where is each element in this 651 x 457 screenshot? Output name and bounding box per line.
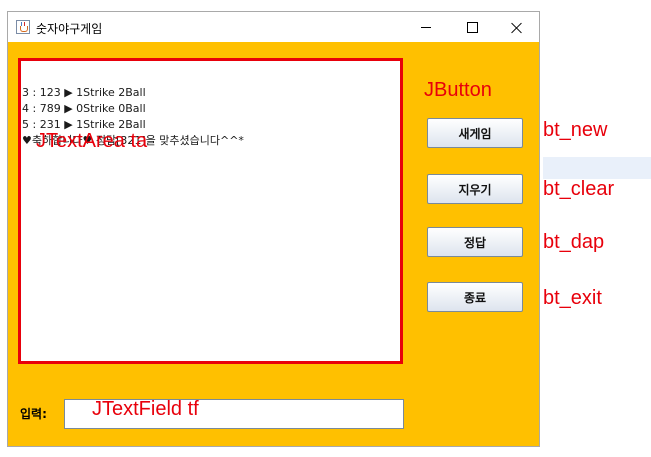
title-bar[interactable]: 숫자야구게임 — [8, 12, 539, 42]
java-app-icon — [16, 20, 30, 34]
new-game-button[interactable]: 새게임 — [427, 118, 523, 148]
bt-dap-annotation: bt_dap — [543, 231, 605, 253]
bt-exit-annotation: bt_exit — [543, 287, 602, 309]
text-area-line: 4 : 789 ▶ 0Strike 0Ball — [22, 102, 146, 115]
minimize-icon — [421, 26, 431, 28]
close-icon — [511, 22, 522, 33]
input-label: 입력: — [20, 407, 47, 421]
answer-button[interactable]: 정답 — [427, 227, 523, 257]
button-annotation: JButton — [424, 79, 492, 101]
bt-new-annotation: bt_new — [543, 119, 608, 141]
bt-clear-annotation: bt_clear — [543, 178, 615, 200]
textarea-annotation: JTextArea ta — [36, 130, 148, 152]
window-title: 숫자야구게임 — [36, 22, 103, 36]
app-window: 숫자야구게임 3 : 123 ▶ 1Strike 2Ball 4 : 789 ▶… — [7, 11, 540, 447]
clear-button[interactable]: 지우기 — [427, 174, 523, 204]
stage: 숫자야구게임 3 : 123 ▶ 1Strike 2Ball 4 : 789 ▶… — [0, 0, 651, 457]
exit-button[interactable]: 종료 — [427, 282, 523, 312]
maximize-icon — [466, 21, 478, 33]
minimize-button[interactable] — [403, 12, 449, 42]
maximize-button[interactable] — [449, 12, 495, 42]
text-area[interactable]: 3 : 123 ▶ 1Strike 2Ball 4 : 789 ▶ 0Strik… — [18, 58, 403, 364]
background-band — [543, 157, 651, 179]
textfield-annotation: JTextField tf — [92, 398, 199, 420]
text-area-line: 3 : 123 ▶ 1Strike 2Ball — [22, 86, 146, 99]
close-button[interactable] — [493, 12, 539, 42]
